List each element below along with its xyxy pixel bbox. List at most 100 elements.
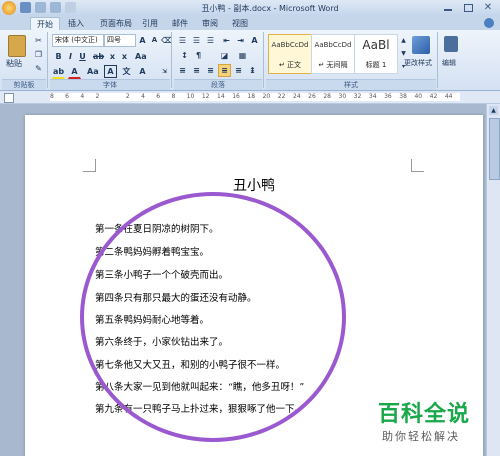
ruler-tick: 42: [429, 93, 438, 100]
increase-indent-icon[interactable]: ⇥: [234, 34, 247, 47]
ribbon-tabs: 开始 插入 页面布局 引用 邮件 审阅 视图: [0, 16, 500, 31]
document-line: 第四条只有那只最大的蛋还没有动静。: [95, 293, 257, 304]
sort-icon[interactable]: ↕: [178, 49, 191, 62]
watermark-title: 百科全说: [378, 402, 471, 427]
scroll-thumb[interactable]: [489, 118, 500, 180]
font-name-select[interactable]: 宋体 (中文正): [52, 34, 104, 47]
document-line: 第九条有一只鸭子马上扑过来，狠狠啄了他一下。: [95, 404, 305, 415]
document-line: 第八条大家一见到他就叫起来：“瞧，他多丑呀！”: [95, 382, 305, 393]
styles-scroll-up-icon[interactable]: ▲: [397, 34, 410, 47]
chinese-layout-icon[interactable]: A: [248, 34, 261, 47]
char-shading-icon[interactable]: Aa: [86, 65, 99, 78]
help-icon[interactable]: [484, 18, 494, 28]
enclose-char-icon[interactable]: A: [136, 65, 149, 78]
copy-icon[interactable]: ❐: [32, 48, 45, 61]
align-right-icon[interactable]: ≡: [204, 64, 217, 77]
quick-access-dropdown-icon[interactable]: [65, 2, 76, 13]
maximize-button[interactable]: [458, 1, 478, 14]
ruler-tick: 2: [95, 93, 100, 100]
change-case-icon[interactable]: Aa: [134, 50, 147, 63]
editing-label[interactable]: 编辑: [442, 58, 456, 68]
document-line: 第二条鸭妈妈孵着鸭宝宝。: [95, 247, 210, 258]
ruler-tick: 12: [201, 93, 210, 100]
document-title: 丑小鸭: [233, 178, 275, 194]
document-line: 第一条在夏日阴凉的树阴下。: [95, 224, 219, 235]
superscript-button[interactable]: x: [118, 50, 131, 63]
ruler-tick: 38: [399, 93, 407, 100]
ruler-tick: 26: [308, 93, 316, 100]
paragraph-group-label: 段落: [174, 79, 262, 90]
ruler-tick: 40: [414, 93, 423, 100]
close-button[interactable]: ✕: [478, 1, 498, 14]
change-styles-icon[interactable]: [412, 36, 430, 54]
window-title: 丑小鸭 - 副本.docx - Microsoft Word: [201, 4, 339, 13]
save-icon[interactable]: [20, 2, 31, 13]
vertical-scrollbar[interactable]: ▲: [486, 104, 500, 456]
tab-insert[interactable]: 插入: [62, 17, 90, 30]
ruler-tab-selector[interactable]: [4, 93, 14, 103]
styles-group-label: 样式: [266, 79, 436, 90]
style-heading-1[interactable]: AaBl 标题 1: [354, 34, 398, 74]
line-spacing-icon[interactable]: ↨: [246, 64, 259, 77]
tab-view[interactable]: 视图: [228, 17, 252, 30]
watermark-subtitle: 助你轻松解决: [382, 430, 460, 443]
ruler-tick: 32: [353, 93, 362, 100]
font-dialog-launcher-icon[interactable]: ⇲: [158, 65, 171, 78]
ruler-tick: 44: [444, 93, 453, 100]
undo-icon[interactable]: [35, 2, 46, 13]
style-no-spacing[interactable]: AaBbCcDd ↵ 无间隔: [311, 34, 355, 74]
style-normal[interactable]: AaBbCcDd ↵ 正文: [268, 34, 312, 74]
cut-icon[interactable]: ✂: [32, 34, 45, 47]
office-button[interactable]: [2, 1, 16, 15]
ruler-tick: 6: [156, 93, 161, 100]
multilevel-list-icon[interactable]: ☰: [204, 34, 217, 47]
horizontal-ruler[interactable]: 8 6 4 2 2 4 6 8 10 12 14 16 18 20 22 24 26 28 30 32 34 36 38 40…: [0, 91, 500, 104]
font-color-icon[interactable]: A: [68, 65, 81, 79]
justify-icon[interactable]: ≡: [218, 64, 231, 77]
bullets-icon[interactable]: ☰: [176, 34, 189, 47]
ruler-tick: 10: [186, 93, 195, 100]
scroll-up-icon[interactable]: ▲: [489, 106, 498, 115]
numbering-icon[interactable]: ☰: [190, 34, 203, 47]
ruler-tick: 28: [323, 93, 331, 100]
ruler-tick: 18: [247, 93, 256, 100]
phonetic-guide-icon[interactable]: 文: [120, 65, 133, 78]
strikethrough-button[interactable]: ab: [92, 50, 105, 63]
minimize-button[interactable]: [438, 1, 458, 14]
font-group-label: 字体: [50, 79, 170, 90]
font-size-select[interactable]: 四号: [104, 34, 136, 47]
document-line: 第七条他又大又丑，和别的小鸭子很不一样。: [95, 360, 286, 371]
tab-page-layout[interactable]: 页面布局: [96, 17, 136, 30]
borders-icon[interactable]: ▦: [236, 49, 249, 62]
ruler-tick: 30: [338, 93, 347, 100]
ruler-track: 8 6 4 2 2 4 6 8 10 12 14 16 18 20 22 24 26 28 30 32 34 36 38 40…: [50, 93, 460, 101]
paste-icon[interactable]: [8, 35, 26, 57]
ribbon: 粘贴 ✂ ❐ ✎ 剪贴板 宋体 (中文正) 四号 A A ⌫ B I U ab …: [0, 30, 500, 91]
title-bar: 丑小鸭 - 副本.docx - Microsoft Word ✕: [0, 0, 500, 16]
tab-references[interactable]: 引用: [138, 17, 162, 30]
ruler-tick: 22: [277, 93, 286, 100]
tab-mailings[interactable]: 邮件: [168, 17, 192, 30]
change-styles-label[interactable]: 更改样式: [404, 58, 432, 68]
align-center-icon[interactable]: ≡: [190, 64, 203, 77]
text-highlight-icon[interactable]: ab: [52, 65, 65, 79]
distribute-icon[interactable]: ≡: [232, 64, 245, 77]
tab-home[interactable]: 开始: [30, 17, 60, 31]
align-left-icon[interactable]: ≡: [176, 64, 189, 77]
shading-icon[interactable]: ◪: [218, 49, 231, 62]
redo-icon[interactable]: [50, 2, 61, 13]
underline-button[interactable]: U: [76, 50, 89, 63]
document-line: 第六条终于，小家伙钻出来了。: [95, 337, 229, 348]
format-painter-icon[interactable]: ✎: [32, 62, 45, 75]
ruler-tick: 4: [141, 93, 145, 100]
tab-review[interactable]: 审阅: [198, 17, 222, 30]
document-line: 第五条鸭妈妈耐心地等着。: [95, 315, 210, 326]
show-marks-icon[interactable]: ¶: [192, 49, 205, 62]
ruler-tick: 24: [292, 93, 301, 100]
ruler-tick: 34: [368, 93, 377, 100]
decrease-indent-icon[interactable]: ⇤: [220, 34, 233, 47]
ruler-tick: 6: [65, 93, 69, 100]
char-border-icon[interactable]: A: [104, 65, 117, 78]
find-binoculars-icon[interactable]: [444, 36, 458, 52]
margin-mark-top-right: [411, 159, 424, 172]
